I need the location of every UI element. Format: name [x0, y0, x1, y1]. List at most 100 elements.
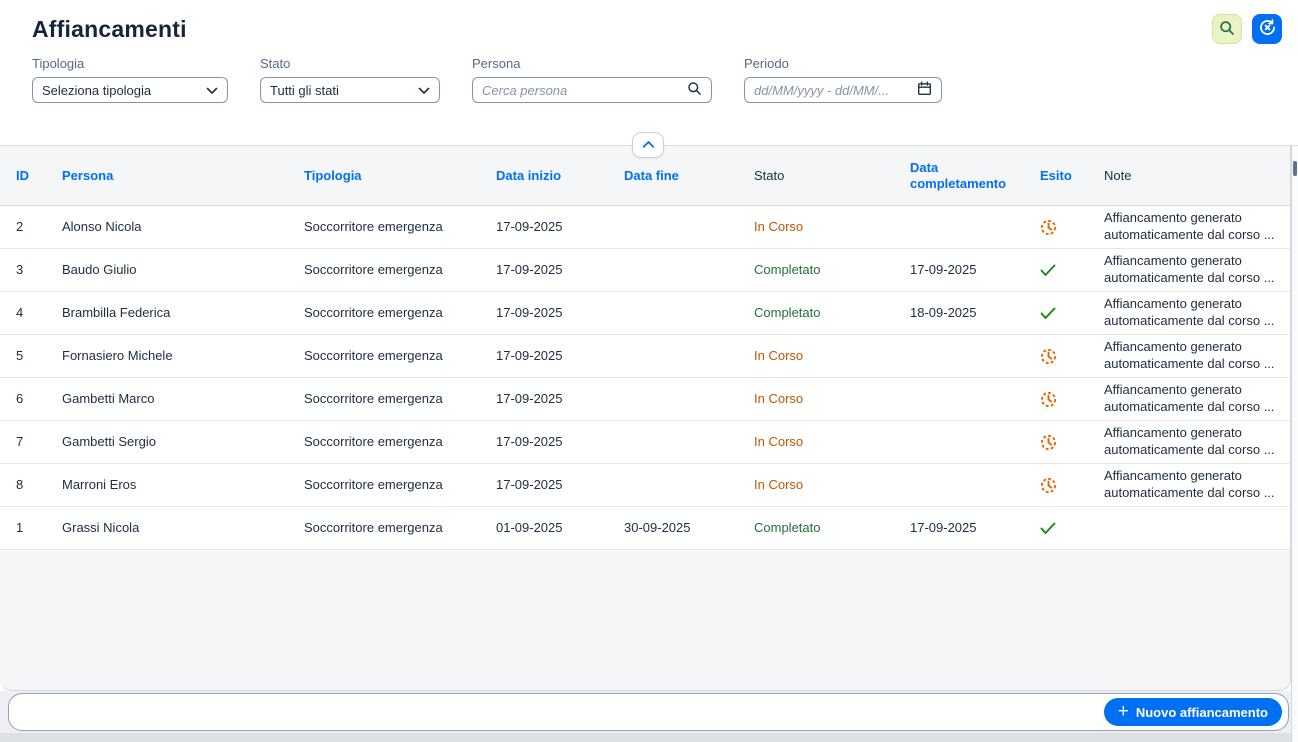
column-header-data_inizio[interactable]: Data inizio [496, 168, 624, 184]
cell-data_completamento [910, 395, 1040, 403]
cell-persona: Gambetti Marco [62, 387, 304, 412]
chevron-down-icon [206, 83, 218, 98]
cell-persona: Gambetti Sergio [62, 430, 304, 455]
cell-id: 7 [16, 430, 62, 455]
cell-data_fine [624, 395, 754, 403]
cell-data_fine: 30-09-2025 [624, 516, 754, 541]
cell-persona: Grassi Nicola [62, 516, 304, 541]
cell-id: 2 [16, 215, 62, 240]
cell-data_fine [624, 438, 754, 446]
search-button[interactable] [1212, 14, 1242, 44]
cell-data_inizio: 17-09-2025 [496, 258, 624, 283]
cell-note: Affiancamento generato automaticamente d… [1104, 249, 1290, 291]
footer: + Nuovo affiancamento [0, 691, 1298, 742]
collapse-filters-button[interactable] [632, 132, 664, 158]
cell-stato: In Corso [754, 473, 910, 498]
nuovo-affiancamento-button[interactable]: + Nuovo affiancamento [1104, 698, 1282, 726]
column-header-data_fine[interactable]: Data fine [624, 168, 754, 184]
cell-tipologia: Soccorritore emergenza [304, 387, 496, 412]
cell-data_fine [624, 223, 754, 231]
column-header-esito[interactable]: Esito [1040, 168, 1104, 184]
cell-data_inizio: 17-09-2025 [496, 473, 624, 498]
cell-tipologia: Soccorritore emergenza [304, 215, 496, 240]
cell-stato: Completato [754, 258, 910, 283]
cell-data_inizio: 17-09-2025 [496, 215, 624, 240]
column-header-stato: Stato [754, 168, 910, 184]
tipologia-label: Tipologia [32, 56, 228, 71]
cell-data_completamento: 17-09-2025 [910, 258, 1040, 283]
table-row[interactable]: 6Gambetti MarcoSoccorritore emergenza17-… [0, 378, 1290, 421]
table-row[interactable]: 1Grassi NicolaSoccorritore emergenza01-0… [0, 507, 1290, 550]
cell-stato: In Corso [754, 430, 910, 455]
cell-data_completamento [910, 438, 1040, 446]
success-check-icon [1040, 522, 1056, 535]
cell-stato: In Corso [754, 387, 910, 412]
table-row[interactable]: 8Marroni ErosSoccorritore emergenza17-09… [0, 464, 1290, 507]
cell-note [1104, 524, 1290, 532]
cell-esito [1040, 430, 1104, 455]
search-icon[interactable] [687, 81, 702, 99]
calendar-icon[interactable] [917, 81, 932, 99]
cell-note: Affiancamento generato automaticamente d… [1104, 421, 1290, 463]
persona-label: Persona [472, 56, 712, 71]
filter-bar: Tipologia Seleziona tipologia Stato Tutt… [0, 44, 1298, 103]
cell-data_completamento: 18-09-2025 [910, 301, 1040, 326]
table-row[interactable]: 4Brambilla FedericaSoccorritore emergenz… [0, 292, 1290, 335]
cell-tipologia: Soccorritore emergenza [304, 473, 496, 498]
tipologia-select[interactable]: Seleziona tipologia [32, 77, 228, 103]
cell-note: Affiancamento generato automaticamente d… [1104, 206, 1290, 248]
reset-filters-icon [1258, 18, 1277, 40]
cell-note: Affiancamento generato automaticamente d… [1104, 292, 1290, 334]
success-check-icon [1040, 307, 1056, 320]
cell-tipologia: Soccorritore emergenza [304, 516, 496, 541]
table-row[interactable]: 2Alonso NicolaSoccorritore emergenza17-0… [0, 206, 1290, 249]
table-row[interactable]: 3Baudo GiulioSoccorritore emergenza17-09… [0, 249, 1290, 292]
cell-data_inizio: 17-09-2025 [496, 301, 624, 326]
cell-persona: Alonso Nicola [62, 215, 304, 240]
cell-data_completamento [910, 352, 1040, 360]
stato-select[interactable]: Tutti gli stati [260, 77, 440, 103]
header-and-filters: Affiancamenti Tipologia [0, 0, 1298, 146]
reset-filters-button[interactable] [1252, 14, 1282, 44]
cell-id: 3 [16, 258, 62, 283]
column-header-note: Note [1104, 168, 1290, 184]
cell-id: 4 [16, 301, 62, 326]
cell-tipologia: Soccorritore emergenza [304, 430, 496, 455]
cell-esito [1040, 215, 1104, 240]
pending-clock-icon [1040, 434, 1057, 451]
column-header-tipologia[interactable]: Tipologia [304, 168, 496, 184]
cell-data_inizio: 17-09-2025 [496, 344, 624, 369]
table-row[interactable]: 7Gambetti SergioSoccorritore emergenza17… [0, 421, 1290, 464]
cell-data_completamento [910, 223, 1040, 231]
cell-esito [1040, 473, 1104, 498]
table-body: 2Alonso NicolaSoccorritore emergenza17-0… [0, 206, 1290, 550]
periodo-date-range-field [744, 77, 942, 103]
filter-tipologia: Tipologia Seleziona tipologia [32, 56, 228, 103]
cell-data_completamento: 17-09-2025 [910, 516, 1040, 541]
periodo-date-range-input[interactable] [754, 83, 917, 98]
column-header-id[interactable]: ID [16, 168, 62, 184]
cell-esito [1040, 344, 1104, 369]
cell-esito [1040, 303, 1104, 324]
pending-clock-icon [1040, 477, 1057, 494]
cell-persona: Marroni Eros [62, 473, 304, 498]
pending-clock-icon [1040, 391, 1057, 408]
cell-persona: Fornasiero Michele [62, 344, 304, 369]
table-row[interactable]: 5Fornasiero MicheleSoccorritore emergenz… [0, 335, 1290, 378]
cell-stato: In Corso [754, 215, 910, 240]
page-title: Affiancamenti [32, 16, 187, 43]
vertical-scrollbar[interactable] [1291, 146, 1298, 742]
column-header-persona[interactable]: Persona [62, 168, 304, 184]
success-check-icon [1040, 264, 1056, 277]
column-header-data_completamento[interactable]: Data completamento [910, 160, 1040, 191]
cell-data_fine [624, 309, 754, 317]
persona-search-input[interactable] [482, 83, 687, 98]
cell-data_inizio: 01-09-2025 [496, 516, 624, 541]
stato-selected-value: Tutti gli stati [270, 83, 339, 98]
persona-search-field [472, 77, 712, 103]
scrollbar-thumb[interactable] [1293, 161, 1297, 176]
cell-tipologia: Soccorritore emergenza [304, 344, 496, 369]
stato-label: Stato [260, 56, 440, 71]
plus-icon: + [1118, 702, 1129, 721]
periodo-label: Periodo [744, 56, 942, 71]
